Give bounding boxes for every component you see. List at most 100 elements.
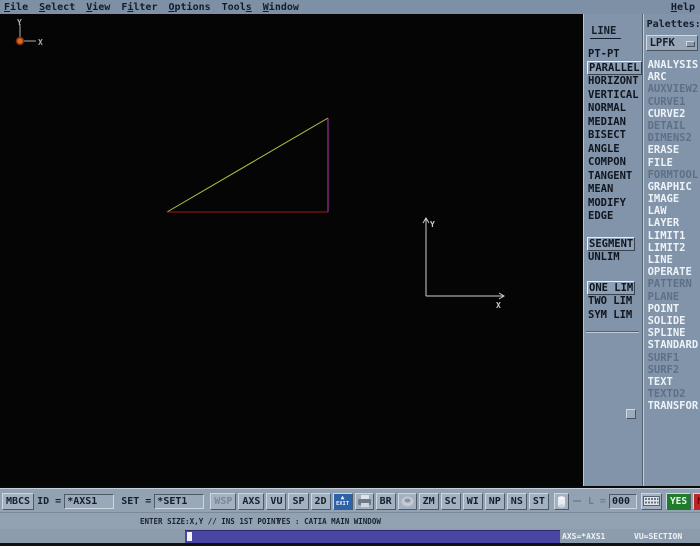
drawing-canvas[interactable]: Y X Y X (0, 14, 583, 486)
palette-item-curve2[interactable]: CURVE2 (644, 108, 700, 120)
line-option-compon[interactable]: COMPON (583, 156, 642, 170)
print-button[interactable] (355, 493, 374, 510)
line-option-sym-lim[interactable]: SYM LIM (583, 309, 642, 323)
view-axis: Y X (423, 218, 504, 310)
no-button[interactable]: NO (693, 493, 700, 510)
line-option-vertical[interactable]: VERTICAL (583, 89, 642, 103)
keyboard-button[interactable] (641, 493, 662, 510)
palette-item-file[interactable]: FILE (644, 157, 700, 169)
window-message: YES : CATIA MAIN WINDOW (277, 517, 381, 526)
line-option-tangent[interactable]: TANGENT (583, 170, 642, 184)
palette-item-plane: PLANE (644, 291, 700, 303)
triangle-geometry[interactable] (167, 118, 328, 212)
np-button[interactable]: NP (485, 493, 505, 510)
limit-group: ONE LIM TWO LIM SYM LIM (583, 282, 642, 323)
canvas-graphics: Y X Y X (0, 14, 583, 486)
keyboard-icon (643, 495, 660, 507)
palette-item-surf2: SURF2 (644, 364, 700, 376)
command-input[interactable] (185, 530, 560, 543)
mbcs-button[interactable]: MBCS (2, 493, 34, 510)
palette-item-graphic[interactable]: GRAPHIC (644, 181, 700, 193)
line-option-two-lim[interactable]: TWO LIM (583, 295, 642, 309)
line-option-horizont[interactable]: HORIZONT (583, 75, 642, 89)
menu-options[interactable]: Options (168, 2, 210, 13)
printer-icon (357, 495, 372, 508)
filter-button[interactable] (554, 493, 569, 510)
palette-item-layer[interactable]: LAYER (644, 217, 700, 229)
side-panels: LINE PT-PT PARALLEL HORIZONT VERTICAL NO… (583, 14, 700, 486)
menu-tools[interactable]: Tools (222, 2, 252, 13)
palette-item-limit1[interactable]: LIMIT1 (644, 230, 700, 242)
menu-window[interactable]: Window (263, 2, 299, 13)
palette-item-point[interactable]: POINT (644, 303, 700, 315)
palette-item-formtool: FORMTOOL (644, 169, 700, 181)
sp-button[interactable]: SP (288, 493, 308, 510)
palette-item-line[interactable]: LINE (644, 254, 700, 266)
segment-group: SEGMENT UNLIM (583, 238, 642, 265)
palette-item-standard[interactable]: STANDARD (644, 339, 700, 351)
line-option-angle[interactable]: ANGLE (583, 143, 642, 157)
palette-item-curve1: CURVE1 (644, 96, 700, 108)
br-button[interactable]: BR (376, 493, 396, 510)
menu-view[interactable]: View (86, 2, 110, 13)
current-axis-value: AXS=*AXS1 (562, 532, 605, 541)
st-button[interactable]: ST (529, 493, 549, 510)
palette-item-solide[interactable]: SOLIDE (644, 315, 700, 327)
palette-item-transfor[interactable]: TRANSFOR (644, 400, 700, 412)
line-option-segment[interactable]: SEGMENT (583, 238, 642, 252)
id-field[interactable]: *AXS1 (64, 494, 114, 509)
cylinder-icon (556, 495, 567, 508)
status-bar: AXS=*AXS1 VU=SECTION (0, 529, 700, 543)
line-option-bisect[interactable]: BISECT (583, 129, 642, 143)
id-label: ID = (36, 496, 62, 507)
2d-button[interactable]: 2D (311, 493, 331, 510)
line-option-edge[interactable]: EDGE (583, 210, 642, 224)
line-option-unlim[interactable]: UNLIM (583, 251, 642, 265)
line-option-modify[interactable]: MODIFY (583, 197, 642, 211)
palette-item-operate[interactable]: OPERATE (644, 266, 700, 278)
text-cursor (187, 532, 192, 541)
sc-button[interactable]: SC (441, 493, 461, 510)
wi-button[interactable]: WI (463, 493, 483, 510)
menu-file[interactable]: File (4, 2, 28, 13)
exit-button[interactable]: ▲ EXIT (333, 493, 353, 510)
palette-item-law[interactable]: LAW (644, 205, 700, 217)
menu-bar: File Select View Filter Options Tools Wi… (0, 0, 700, 15)
vu-button[interactable]: VU (266, 493, 286, 510)
line-option-parallel[interactable]: PARALLEL (583, 62, 642, 76)
palette-item-spline[interactable]: SPLINE (644, 327, 700, 339)
menu-help[interactable]: Help (671, 2, 695, 13)
line-option-normal[interactable]: NORMAL (583, 102, 642, 116)
zm-button[interactable]: ZM (419, 493, 439, 510)
view-axis-y-label: Y (430, 220, 435, 229)
current-view-value: VU=SECTION (634, 532, 682, 541)
origin-point (17, 38, 24, 45)
fixed-menu-toolbar: MBCS ID = *AXS1 SET = *SET1 WSP AXS VU S… (0, 486, 700, 514)
yes-button[interactable]: YES (666, 493, 691, 510)
panel-resize-handle[interactable] (626, 409, 636, 419)
line-type-group: PT-PT PARALLEL HORIZONT VERTICAL NORMAL … (583, 48, 642, 224)
shade-button[interactable] (398, 493, 417, 510)
palette-item-text[interactable]: TEXT (644, 376, 700, 388)
palette-item-arc[interactable]: ARC (644, 71, 700, 83)
palette-item-erase[interactable]: ERASE (644, 144, 700, 156)
palette-item-analysis[interactable]: ANALYSIS (644, 59, 700, 71)
palette-item-limit2[interactable]: LIMIT2 (644, 242, 700, 254)
ns-button[interactable]: NS (507, 493, 527, 510)
menu-filter[interactable]: Filter (121, 2, 157, 13)
palette-dropdown[interactable]: LPFK (646, 35, 698, 51)
line-option-one-lim[interactable]: ONE LIM (583, 282, 642, 296)
palettes-panel: Palettes: LPFK ANALYSIS ARC AUXVIEW2 CUR… (643, 14, 700, 486)
line-option-median[interactable]: MEDIAN (583, 116, 642, 130)
palette-item-image[interactable]: IMAGE (644, 193, 700, 205)
wsp-button: WSP (210, 493, 236, 510)
set-field[interactable]: *SET1 (154, 494, 204, 509)
axs-button[interactable]: AXS (238, 493, 264, 510)
line-option-pt-pt[interactable]: PT-PT (583, 48, 642, 62)
layer-label: L = (587, 496, 607, 507)
panel-divider (586, 331, 639, 333)
line-option-mean[interactable]: MEAN (583, 183, 642, 197)
menu-select[interactable]: Select (39, 2, 75, 13)
layer-field[interactable]: 000 (609, 494, 637, 509)
palette-item-detail: DETAIL (644, 120, 700, 132)
